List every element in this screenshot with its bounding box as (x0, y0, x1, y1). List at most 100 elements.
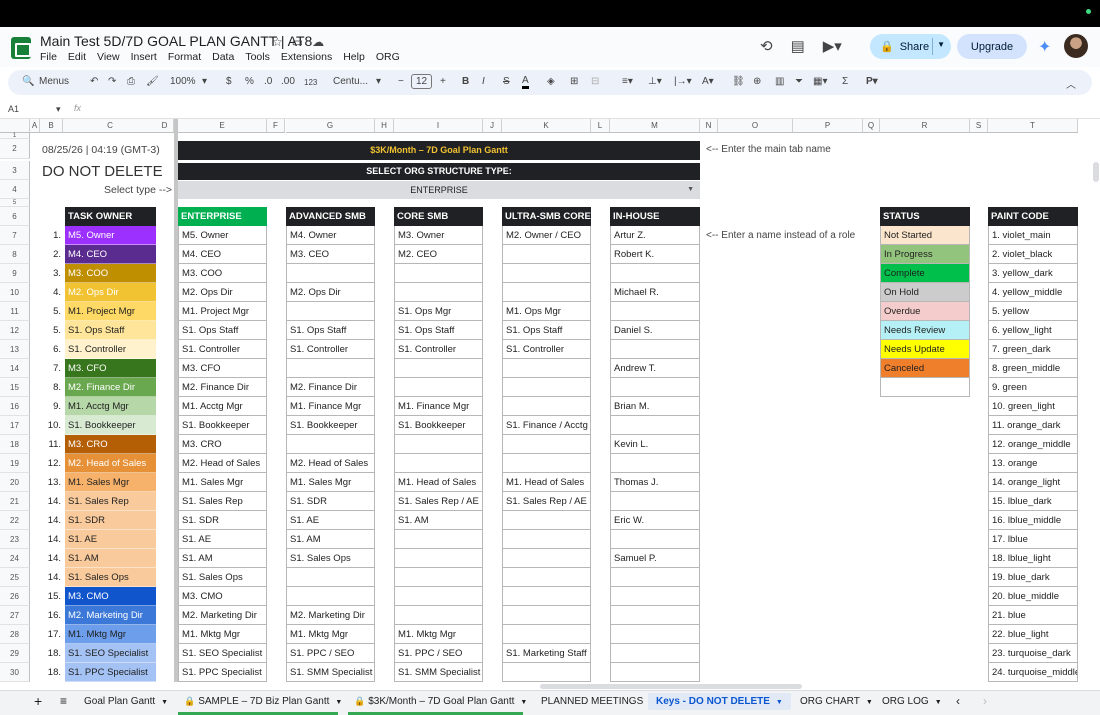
advanced-smb-cell[interactable] (286, 587, 375, 606)
task-owner-cell[interactable]: M3. CRO (65, 435, 156, 454)
advanced-smb-cell[interactable]: S1. Sales Ops (286, 549, 375, 568)
task-owner-cell[interactable]: M2. Finance Dir (65, 378, 156, 397)
core-smb-cell[interactable]: M1. Mktg Mgr (394, 625, 483, 644)
in-house-cell[interactable]: Daniel S. (610, 321, 700, 340)
gemini-icon[interactable]: ✦ (1038, 37, 1051, 57)
in-house-cell[interactable] (610, 302, 700, 321)
in-house-cell[interactable] (610, 568, 700, 587)
paint-code-cell[interactable]: 10. green_light (988, 397, 1078, 416)
in-house-cell[interactable]: Thomas J. (610, 473, 700, 492)
enterprise-cell[interactable]: M3. CRO (178, 435, 267, 454)
number-format[interactable]: 123 (304, 78, 317, 87)
in-house-cell[interactable] (610, 340, 700, 359)
enterprise-cell[interactable]: S1. AE (178, 530, 267, 549)
paint-code-cell[interactable]: 13. orange (988, 454, 1078, 473)
menu-item-view[interactable]: View (97, 51, 120, 63)
enterprise-cell[interactable]: M3. COO (178, 264, 267, 283)
status-option[interactable]: Needs Review (880, 321, 970, 340)
column-header-o[interactable]: O (718, 119, 793, 133)
enterprise-cell[interactable]: M3. CMO (178, 587, 267, 606)
corner-cell[interactable] (0, 119, 30, 133)
paint-code-cell[interactable]: 9. green (988, 378, 1078, 397)
undo-icon[interactable]: ↶ (90, 76, 98, 87)
column-header-m[interactable]: M (610, 119, 700, 133)
status-option[interactable]: Not Started (880, 226, 970, 245)
enterprise-cell[interactable]: M2. Head of Sales (178, 454, 267, 473)
add-sheet-icon[interactable]: + (34, 693, 42, 709)
paint-code-cell[interactable]: 3. yellow_dark (988, 264, 1078, 283)
column-header-f[interactable]: F (267, 119, 285, 133)
task-owner-cell[interactable]: S1. SDR (65, 511, 156, 530)
ultra-smb-core-cell[interactable] (502, 397, 591, 416)
row-header-2[interactable]: 2 (0, 139, 30, 159)
advanced-smb-cell[interactable]: S1. Ops Staff (286, 321, 375, 340)
dropdown-arrow-icon[interactable]: ▼ (687, 181, 694, 199)
ultra-smb-core-cell[interactable] (502, 245, 591, 264)
row-header-29[interactable]: 29 (0, 644, 30, 663)
cloud-status-icon[interactable]: ☁ (312, 35, 324, 49)
column-header-i[interactable]: I (394, 119, 483, 133)
filter-icon[interactable]: ⏷ (795, 76, 803, 87)
zoom-select[interactable]: 100% (170, 76, 196, 87)
column-header-h[interactable]: H (375, 119, 394, 133)
status-option[interactable]: Complete (880, 264, 970, 283)
row-header-21[interactable]: 21 (0, 492, 30, 511)
enterprise-cell[interactable]: M2. Marketing Dir (178, 606, 267, 625)
scroll-tabs-left-icon[interactable]: ‹ (956, 694, 960, 708)
meet-icon[interactable]: ▶▾ (823, 37, 842, 55)
ultra-smb-core-cell[interactable]: S1. Marketing Staff (502, 644, 591, 663)
tab-menu-icon[interactable]: ▼ (776, 699, 783, 706)
status-option[interactable]: Canceled (880, 359, 970, 378)
column-header-n[interactable]: N (700, 119, 718, 133)
row-header-15[interactable]: 15 (0, 378, 30, 397)
row-header-23[interactable]: 23 (0, 530, 30, 549)
task-owner-cell[interactable]: M2. Head of Sales (65, 454, 156, 473)
advanced-smb-cell[interactable]: M1. Sales Mgr (286, 473, 375, 492)
core-smb-cell[interactable] (394, 587, 483, 606)
task-owner-cell[interactable]: S1. AM (65, 549, 156, 568)
paint-code-cell[interactable]: 15. lblue_dark (988, 492, 1078, 511)
task-owner-cell[interactable]: M3. CFO (65, 359, 156, 378)
italic-icon[interactable]: I (482, 76, 485, 87)
ultra-smb-core-cell[interactable] (502, 606, 591, 625)
sheet-tab[interactable]: ORG LOG ▼ (882, 696, 942, 707)
in-house-cell[interactable] (610, 663, 700, 682)
column-header-r[interactable]: R (880, 119, 970, 133)
row-header-24[interactable]: 24 (0, 549, 30, 568)
star-icon[interactable]: ☆ (272, 35, 283, 49)
core-smb-cell[interactable]: M1. Head of Sales (394, 473, 483, 492)
filter-views-icon[interactable]: ▦▾ (813, 76, 827, 87)
advanced-smb-cell[interactable]: M2. Ops Dir (286, 283, 375, 302)
borders-icon[interactable]: ⊞ (570, 76, 578, 87)
org-type-dropdown[interactable]: ENTERPRISE ▼ (178, 181, 700, 199)
enterprise-cell[interactable]: M1. Sales Mgr (178, 473, 267, 492)
bold-icon[interactable]: B (462, 76, 469, 87)
advanced-smb-cell[interactable] (286, 264, 375, 283)
advanced-smb-cell[interactable] (286, 568, 375, 587)
row-header-28[interactable]: 28 (0, 625, 30, 644)
task-owner-cell[interactable]: S1. Sales Ops (65, 568, 156, 587)
advanced-smb-cell[interactable]: S1. AE (286, 511, 375, 530)
status-option[interactable]: On Hold (880, 283, 970, 302)
advanced-smb-cell[interactable]: M4. Owner (286, 226, 375, 245)
ultra-smb-core-cell[interactable]: M1. Head of Sales (502, 473, 591, 492)
font-select[interactable]: Centu... (333, 76, 368, 87)
in-house-cell[interactable]: Robert K. (610, 245, 700, 264)
row-header-11[interactable]: 11 (0, 302, 30, 321)
row-header-18[interactable]: 18 (0, 435, 30, 454)
name-box-dropdown-icon[interactable]: ▾ (56, 104, 61, 115)
column-header-k[interactable]: K (502, 119, 591, 133)
ultra-smb-core-cell[interactable] (502, 435, 591, 454)
row-header-27[interactable]: 27 (0, 606, 30, 625)
core-smb-cell[interactable]: S1. Ops Staff (394, 321, 483, 340)
ultra-smb-core-cell[interactable] (502, 359, 591, 378)
task-owner-cell[interactable]: S1. AE (65, 530, 156, 549)
row-header-17[interactable]: 17 (0, 416, 30, 435)
status-option[interactable] (880, 378, 970, 397)
ultra-smb-core-cell[interactable] (502, 264, 591, 283)
row-header-10[interactable]: 10 (0, 283, 30, 302)
in-house-cell[interactable] (610, 264, 700, 283)
row-header-25[interactable]: 25 (0, 568, 30, 587)
advanced-smb-cell[interactable] (286, 302, 375, 321)
in-house-cell[interactable]: Kevin L. (610, 435, 700, 454)
